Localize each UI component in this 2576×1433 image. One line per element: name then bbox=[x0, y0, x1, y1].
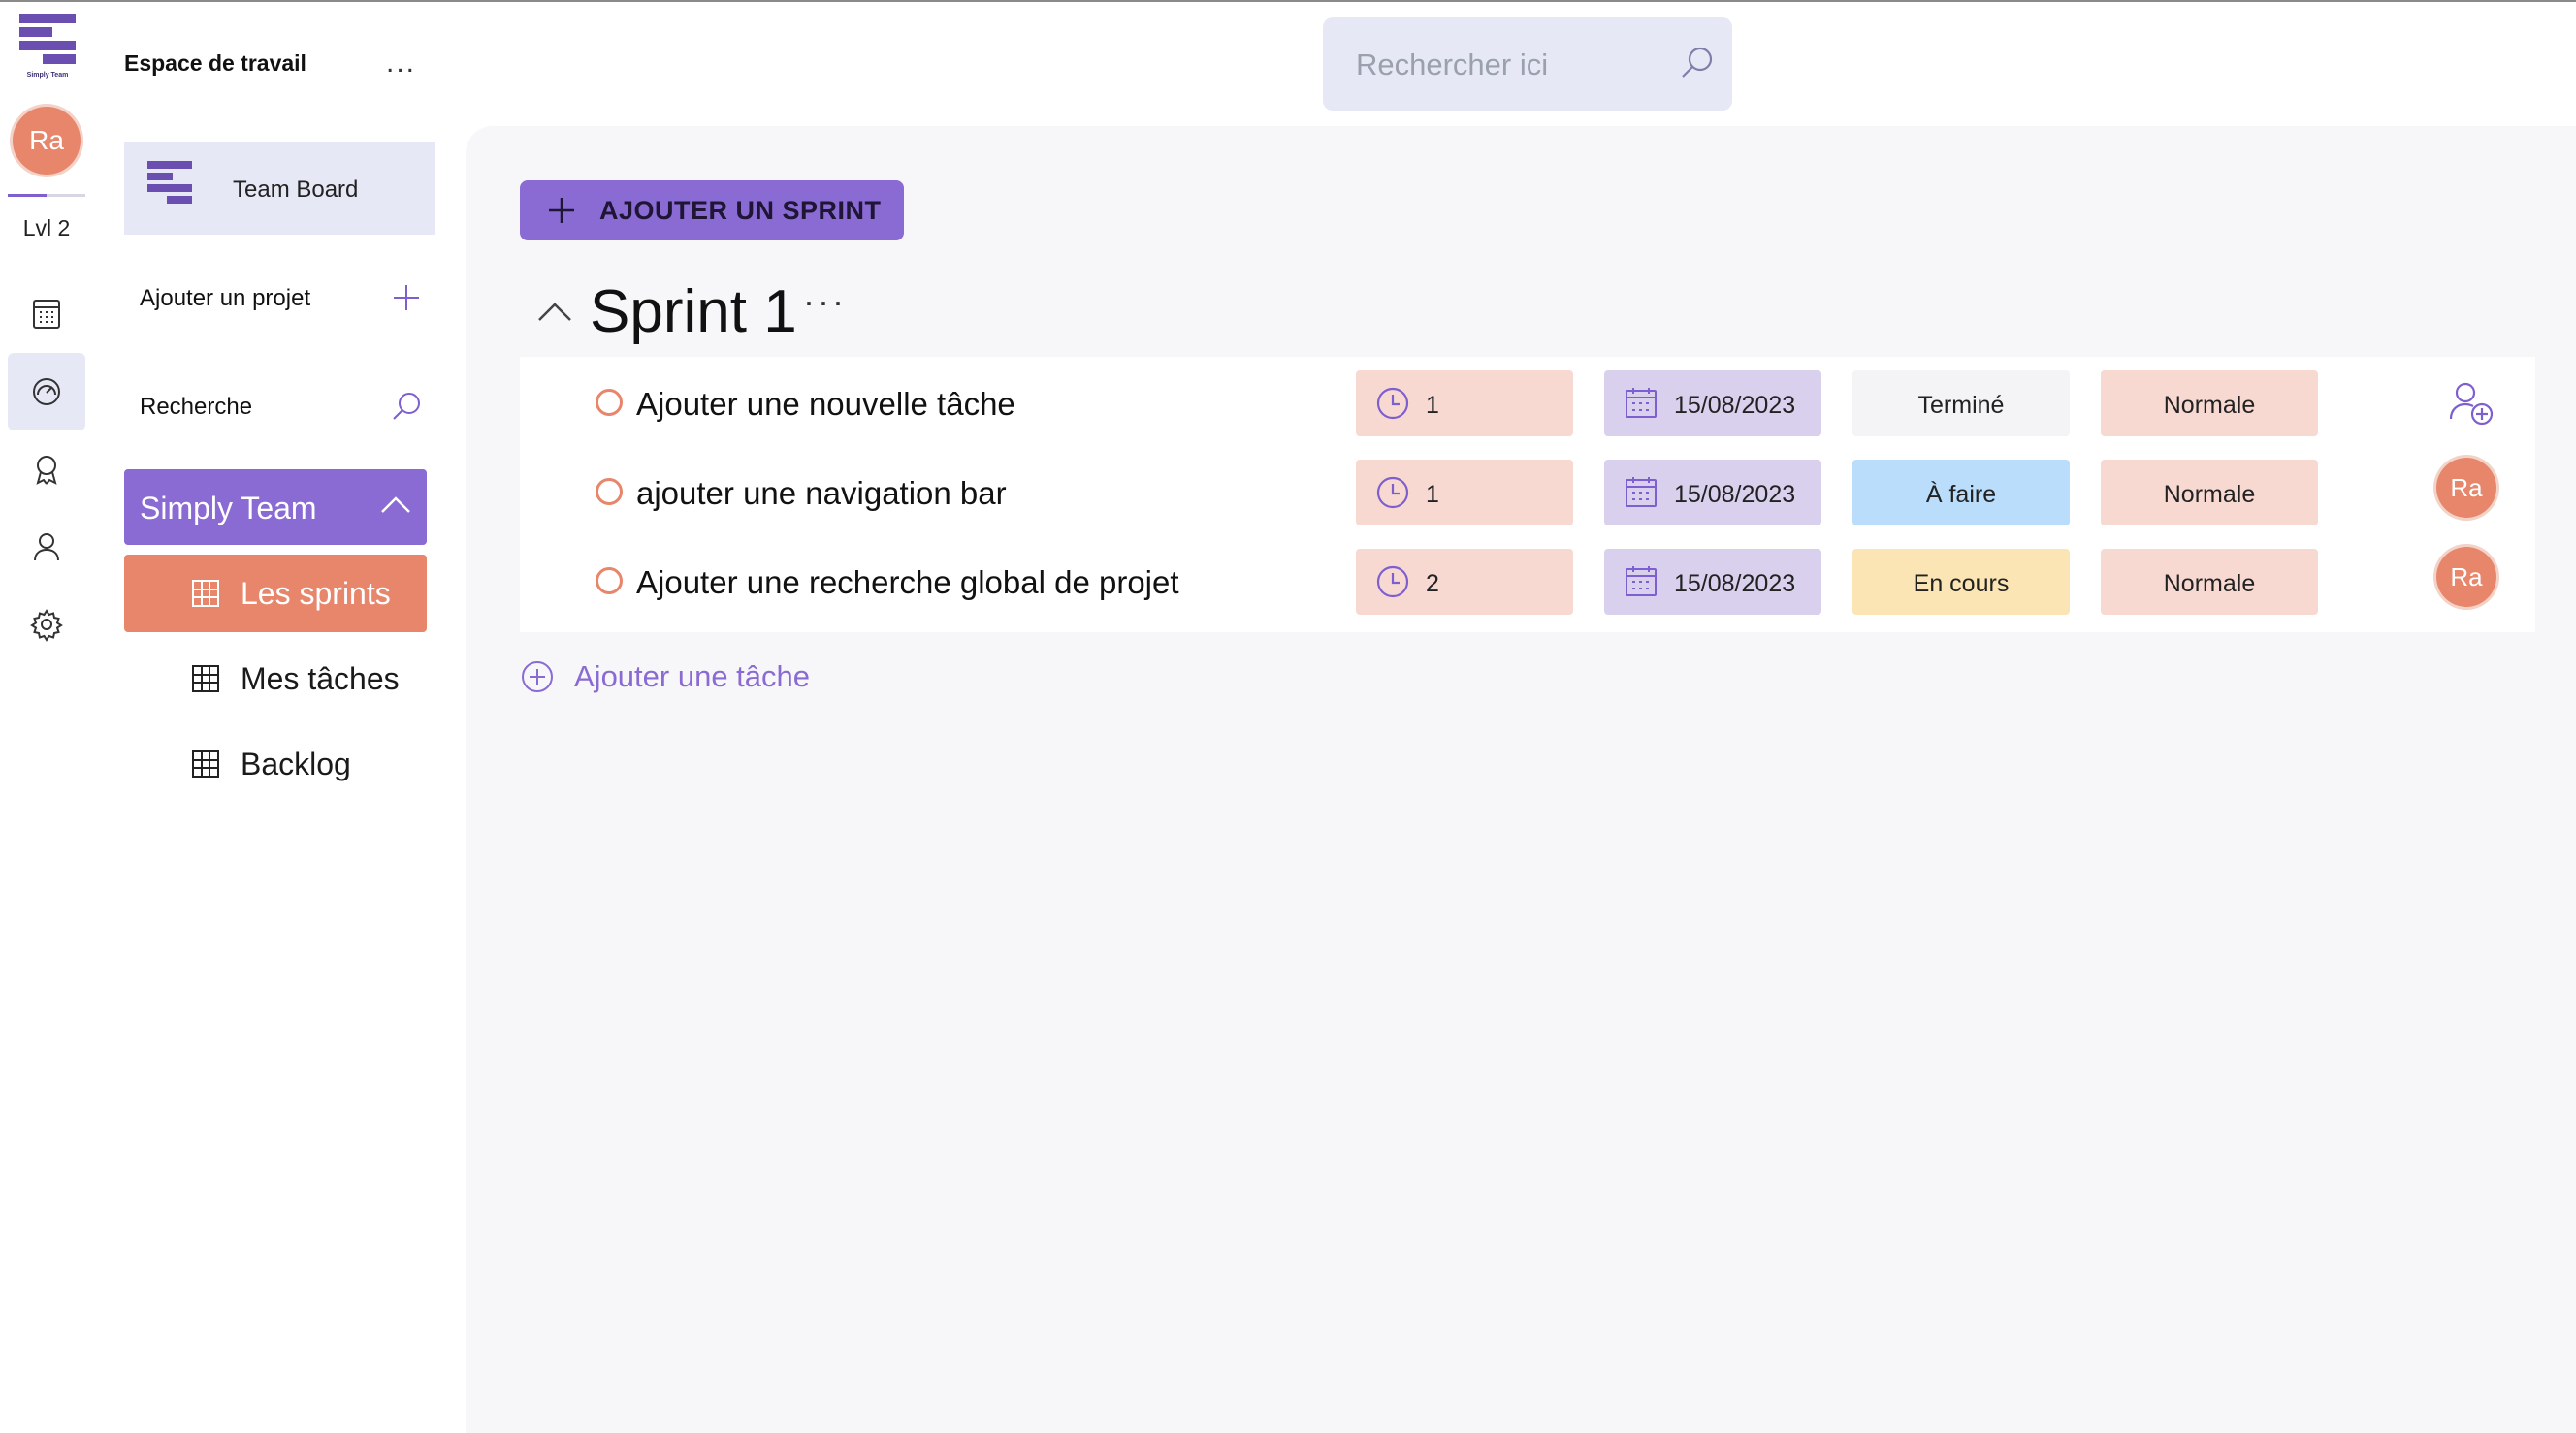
priority-badge[interactable]: Normale bbox=[2101, 370, 2318, 436]
nav-item-label: Mes tâches bbox=[241, 661, 400, 696]
search-icon[interactable] bbox=[1678, 45, 1715, 81]
estimate-pill[interactable]: 2 bbox=[1356, 549, 1573, 615]
workspace-menu-button[interactable]: ... bbox=[386, 47, 416, 80]
calendar-icon bbox=[1626, 477, 1657, 507]
board-logo bbox=[147, 161, 192, 215]
assignee-avatar[interactable]: Ra bbox=[2436, 547, 2496, 607]
sidebar: Espace de travail ... Team Board Ajouter… bbox=[93, 2, 466, 1433]
plus-icon[interactable] bbox=[390, 281, 423, 314]
workspace-title: Espace de travail bbox=[124, 50, 306, 76]
add-task-label: Ajouter une tâche bbox=[574, 659, 811, 693]
logo-text: Simply Team bbox=[26, 72, 69, 79]
add-project-row[interactable]: Ajouter un projet bbox=[124, 270, 435, 328]
add-sprint-label: AJOUTER UN SPRINT bbox=[599, 196, 882, 225]
sprint-menu-button[interactable]: ··· bbox=[803, 281, 847, 322]
task-table: Ajouter une nouvelle tâche 1 15/08/2023 … bbox=[520, 357, 2535, 632]
estimate-value: 2 bbox=[1426, 570, 1439, 597]
settings-icon bbox=[30, 609, 63, 642]
search-icon[interactable] bbox=[390, 390, 423, 423]
level-progress-bar bbox=[8, 194, 85, 197]
project-simply-team[interactable]: Simply Team bbox=[124, 469, 427, 545]
date-pill[interactable]: 15/08/2023 bbox=[1604, 460, 1821, 525]
priority-badge[interactable]: Normale bbox=[2101, 549, 2318, 615]
rail-dashboard-button[interactable] bbox=[8, 353, 85, 430]
table-row[interactable]: ajouter une navigation bar 1 15/08/2023 … bbox=[520, 446, 2535, 535]
table-icon bbox=[192, 665, 219, 692]
level-label: Lvl 2 bbox=[22, 215, 71, 240]
calendar-icon bbox=[33, 300, 60, 329]
nav-item-label: Backlog bbox=[241, 747, 351, 781]
date-pill[interactable]: 15/08/2023 bbox=[1604, 549, 1821, 615]
sprint-title: Sprint 1 bbox=[590, 278, 797, 345]
estimate-value: 1 bbox=[1426, 392, 1439, 419]
dashboard-icon bbox=[33, 378, 60, 405]
estimate-pill[interactable]: 1 bbox=[1356, 370, 1573, 436]
assignee-avatar[interactable]: Ra bbox=[2436, 458, 2496, 518]
rail-calendar-button[interactable] bbox=[8, 275, 85, 353]
rail-user-button[interactable] bbox=[8, 508, 85, 586]
plus-icon bbox=[549, 198, 574, 223]
add-project-label: Ajouter un projet bbox=[140, 285, 311, 311]
clock-icon bbox=[1376, 387, 1409, 420]
add-sprint-button[interactable]: AJOUTER UN SPRINT bbox=[520, 180, 904, 240]
task-name[interactable]: Ajouter une nouvelle tâche bbox=[636, 386, 1015, 423]
nav-item-label: Les sprints bbox=[241, 576, 391, 611]
nav-item-backlog[interactable]: Backlog bbox=[124, 725, 427, 803]
status-value: À faire bbox=[1925, 481, 1997, 508]
task-checkbox[interactable] bbox=[596, 478, 623, 505]
task-name[interactable]: Ajouter une recherche global de projet bbox=[636, 564, 1179, 601]
priority-badge[interactable]: Normale bbox=[2101, 460, 2318, 525]
sidebar-search-label: Recherche bbox=[140, 394, 253, 420]
calendar-icon bbox=[1626, 388, 1657, 418]
table-row[interactable]: Ajouter une nouvelle tâche 1 15/08/2023 … bbox=[520, 357, 2535, 446]
search-input[interactable] bbox=[1354, 45, 1668, 85]
date-value: 15/08/2023 bbox=[1674, 570, 1796, 597]
task-checkbox[interactable] bbox=[596, 567, 623, 594]
priority-value: Normale bbox=[2163, 481, 2256, 508]
team-board-label: Team Board bbox=[233, 176, 359, 203]
main-panel: AJOUTER UN SPRINT Sprint 1 ··· Ajouter u… bbox=[466, 126, 2576, 1433]
date-value: 15/08/2023 bbox=[1674, 392, 1796, 419]
team-board-item[interactable]: Team Board bbox=[124, 142, 435, 235]
project-name: Simply Team bbox=[140, 491, 317, 525]
chevron-up-icon[interactable] bbox=[378, 487, 413, 522]
estimate-pill[interactable]: 1 bbox=[1356, 460, 1573, 525]
rail-badge-button[interactable] bbox=[8, 430, 85, 508]
task-checkbox[interactable] bbox=[596, 389, 623, 416]
status-badge[interactable]: À faire bbox=[1852, 460, 2070, 525]
task-name[interactable]: ajouter une navigation bar bbox=[636, 475, 1007, 512]
rail-settings-button[interactable] bbox=[8, 586, 85, 663]
date-pill[interactable]: 15/08/2023 bbox=[1604, 370, 1821, 436]
app-logo[interactable]: Simply Team bbox=[19, 14, 76, 81]
badge-icon bbox=[36, 456, 57, 485]
nav-item-my-tasks[interactable]: Mes tâches bbox=[124, 640, 427, 717]
global-search bbox=[1323, 17, 1732, 111]
priority-value: Normale bbox=[2163, 392, 2256, 419]
user-icon bbox=[34, 533, 59, 561]
calendar-icon bbox=[1626, 566, 1657, 596]
sidebar-search-row[interactable]: Recherche bbox=[124, 378, 435, 436]
user-avatar[interactable]: Ra bbox=[13, 107, 80, 175]
status-value: En cours bbox=[1913, 570, 2010, 597]
add-user-icon[interactable] bbox=[2448, 380, 2495, 427]
clock-icon bbox=[1376, 476, 1409, 509]
icon-rail: Simply Team Ra Lvl 2 bbox=[0, 2, 93, 1433]
nav-item-sprints[interactable]: Les sprints bbox=[124, 555, 427, 632]
table-icon bbox=[192, 750, 219, 778]
table-icon bbox=[192, 580, 219, 607]
priority-value: Normale bbox=[2163, 570, 2256, 597]
date-value: 15/08/2023 bbox=[1674, 481, 1796, 508]
status-value: Terminé bbox=[1917, 392, 2005, 419]
plus-circle-icon bbox=[522, 661, 553, 692]
status-badge[interactable]: En cours bbox=[1852, 549, 2070, 615]
chevron-up-icon[interactable] bbox=[535, 293, 574, 328]
estimate-value: 1 bbox=[1426, 481, 1439, 508]
table-row[interactable]: Ajouter une recherche global de projet 2… bbox=[520, 535, 2535, 624]
clock-icon bbox=[1376, 565, 1409, 598]
status-badge[interactable]: Terminé bbox=[1852, 370, 2070, 436]
